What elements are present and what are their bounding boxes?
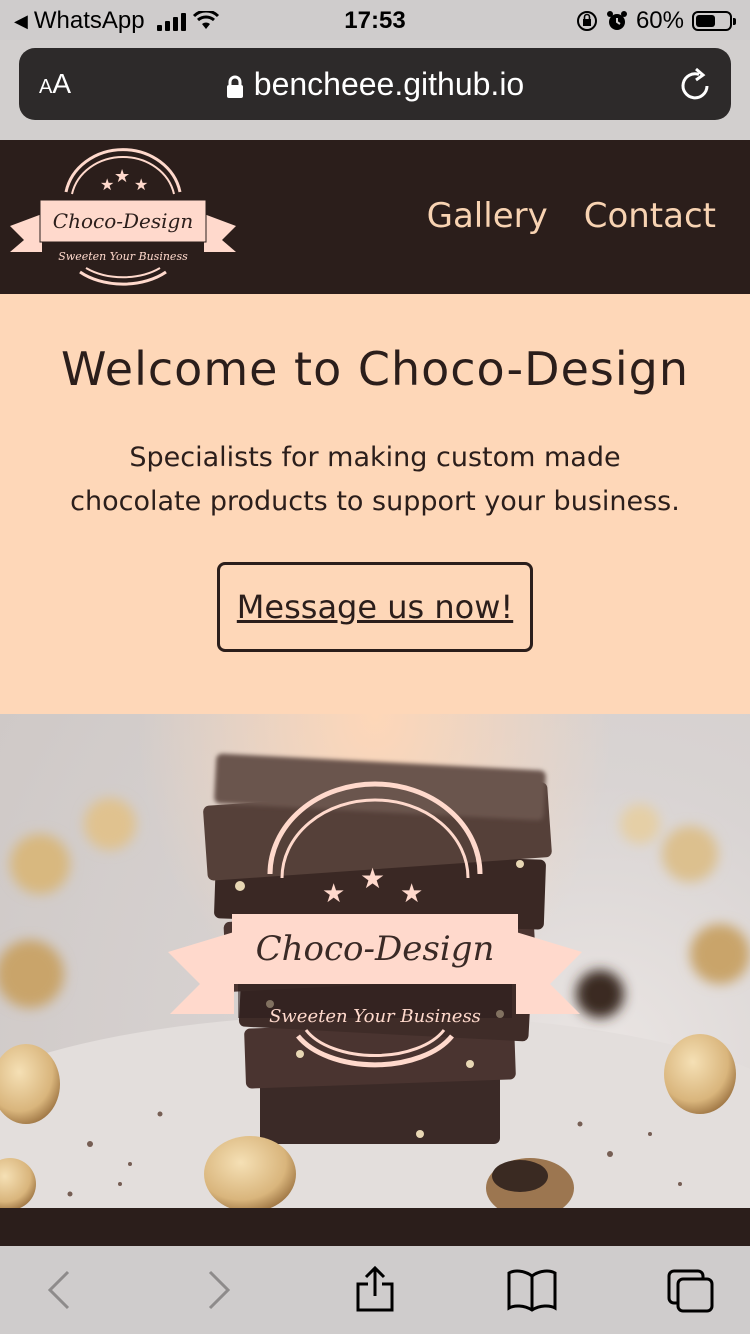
bookmarks-icon[interactable] (506, 1268, 558, 1312)
orientation-lock-icon (576, 11, 597, 31)
address-bar[interactable]: AA bencheee.github.io (19, 48, 731, 120)
url-display[interactable]: bencheee.github.io (19, 66, 731, 103)
forward-arrow-icon[interactable] (204, 1268, 234, 1312)
reload-icon[interactable] (679, 66, 713, 102)
svg-text:★: ★ (400, 879, 423, 909)
banner-logo-title: Choco-Design (256, 929, 495, 969)
message-us-button[interactable]: Message us now! (217, 562, 533, 652)
hero-subtitle-line2: chocolate products to support your busin… (70, 486, 680, 517)
svg-text:★: ★ (360, 862, 385, 895)
url-text: bencheee.github.io (253, 66, 525, 102)
page-footer-strip (0, 1208, 750, 1246)
svg-text:★: ★ (114, 166, 130, 187)
status-bar: ◀ WhatsApp 17:53 60% (0, 0, 750, 40)
banner-logo-tagline: Sweeten Your Business (269, 1006, 481, 1027)
lock-icon (226, 75, 243, 98)
chocolate-stack-illustration: ★ ★ ★ Choco-Design Sweeten Your Business (0, 753, 750, 1208)
status-right: 60% (576, 7, 736, 35)
hero-title: Welcome to Choco-Design (61, 342, 689, 396)
nav-contact-link[interactable]: Contact (584, 196, 716, 236)
back-arrow-icon[interactable] (44, 1268, 74, 1312)
site-logo-title: Choco-Design (53, 209, 193, 233)
svg-text:★: ★ (134, 175, 148, 194)
alarm-icon (606, 11, 627, 30)
main-nav: Gallery Contact (427, 196, 716, 236)
browser-toolbar (0, 1246, 750, 1334)
hero-subtitle: Specialists for making custom made choco… (35, 436, 715, 524)
svg-text:★: ★ (100, 175, 114, 194)
site-logo[interactable]: ★ ★ ★ Choco-Design Sweeten Your Business (8, 148, 238, 288)
hero-section: Welcome to Choco-Design Specialists for … (0, 294, 750, 714)
hero-banner-image: ★ ★ ★ Choco-Design Sweeten Your Business (0, 714, 750, 1208)
tabs-icon[interactable] (666, 1268, 716, 1314)
nav-gallery-link[interactable]: Gallery (427, 196, 548, 236)
site-header: ★ ★ ★ Choco-Design Sweeten Your Business… (0, 140, 750, 294)
hero-subtitle-line1: Specialists for making custom made (129, 442, 621, 473)
battery-percent: 60% (635, 7, 684, 34)
share-icon[interactable] (354, 1264, 396, 1314)
battery-icon (692, 11, 736, 31)
site-logo-tagline: Sweeten Your Business (58, 250, 188, 263)
svg-text:★: ★ (322, 879, 345, 909)
